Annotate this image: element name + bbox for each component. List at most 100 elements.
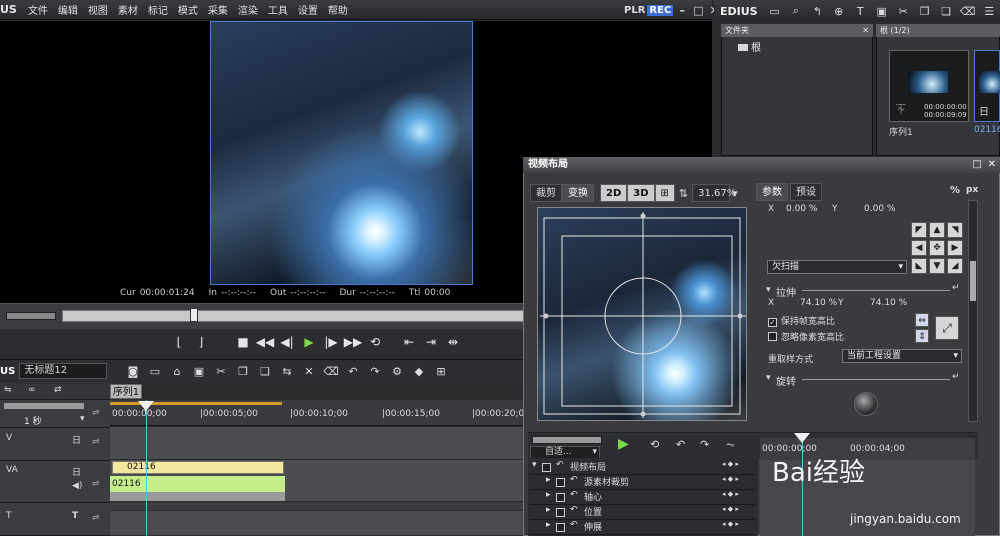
reset-icon[interactable]: ↶ [570, 520, 578, 530]
up-folder-icon[interactable]: ↰ [807, 2, 828, 20]
stretch-y-value[interactable]: 74.10 % [870, 298, 907, 308]
step-forward-icon[interactable]: |▶ [320, 332, 342, 352]
pos-x-value[interactable]: 0.00 % [786, 204, 817, 214]
ignore-pixel-aspect-checkbox[interactable]: 忽略像素宽高比 [768, 330, 844, 343]
nudge-up-icon[interactable]: ▲ [929, 222, 945, 238]
menu-render[interactable]: 渲染 [233, 2, 263, 17]
kf-row-video-layout[interactable]: ▾ ↶ 视频布局 ◂ ◆ ▸ [530, 460, 755, 475]
checkbox-icon[interactable] [556, 508, 565, 517]
reset-icon[interactable]: ↶ [556, 460, 564, 470]
zoom-field[interactable]: 31.67% [692, 184, 736, 202]
minimize-icon[interactable]: – [675, 4, 689, 17]
folder-root[interactable]: 根 [738, 39, 761, 54]
search-icon[interactable]: ⌕ [785, 2, 806, 20]
keyframe-nav-icon[interactable]: ◂ ◆ ▸ [722, 460, 739, 468]
set-in-icon[interactable]: ⌊ [168, 332, 190, 352]
fit-icon[interactable]: ⇅ [675, 187, 692, 200]
expand-icon[interactable]: ▸ [546, 475, 551, 485]
video-clip[interactable]: 02116 [112, 461, 284, 474]
delete-icon[interactable]: ⌫ [957, 2, 978, 20]
kf-playhead-marker-icon[interactable] [794, 433, 810, 443]
reset-rotate-icon[interactable]: ↵ [952, 372, 960, 382]
playhead-line[interactable] [146, 400, 147, 536]
audio-speaker-icon[interactable]: ◀) [72, 481, 82, 491]
ripple-icon[interactable]: ⇆ [276, 363, 298, 381]
scale-value[interactable]: 1 秒 [24, 414, 42, 427]
camera-icon[interactable]: ◙ [122, 363, 144, 381]
fast-forward-icon[interactable]: ▶▶ [342, 332, 364, 352]
delete-icon[interactable]: ✕ [298, 363, 320, 381]
pos-y-value[interactable]: 0.00 % [864, 204, 895, 214]
step-back-icon[interactable]: ◀| [276, 332, 298, 352]
menu-view[interactable]: 视图 [83, 2, 113, 17]
title-icon[interactable]: T [72, 511, 78, 521]
prev-keyframe-icon[interactable]: ↶ [676, 438, 685, 451]
marker-icon[interactable]: ◆ [408, 363, 430, 381]
video-toggle-icon[interactable]: 日 [72, 465, 81, 478]
nudge-down-icon[interactable]: ▼ [929, 258, 945, 274]
folder-icon[interactable]: ▭ [764, 2, 785, 20]
jog-slider[interactable] [6, 312, 56, 320]
resample-select[interactable]: 当前工程设置 ▾ [842, 349, 962, 363]
overscan-select[interactable]: 欠扫描 ▾ [767, 260, 907, 274]
track-t[interactable]: T T ⇌ [0, 503, 110, 536]
copy-icon[interactable]: ❐ [232, 363, 254, 381]
zoom-slider[interactable] [4, 403, 84, 409]
track-v-lane[interactable] [110, 427, 525, 460]
menu-mode[interactable]: 模式 [173, 2, 203, 17]
kf-row-pivot[interactable]: ▸ ↶ 轴心 ◂ ◆ ▸ [530, 490, 755, 505]
monitor-icon[interactable]: ▣ [871, 2, 892, 20]
tab-presets[interactable]: 预设 [790, 183, 822, 201]
nudge-left-icon[interactable]: ◀ [911, 240, 927, 256]
next-keyframe-icon[interactable]: ↷ [700, 438, 709, 451]
loop-icon[interactable]: ⟲ [364, 332, 386, 352]
expand-icon[interactable]: ▸ [546, 520, 551, 530]
play-icon[interactable]: ▶ [618, 436, 629, 452]
checkbox-icon[interactable] [556, 493, 565, 502]
bin-item-sequence[interactable]: ⏇ 00:00:00:00 00:00:09:09 [889, 50, 969, 122]
kf-row-source-crop[interactable]: ▸ ↶ 源素材裁剪 ◂ ◆ ▸ [530, 475, 755, 490]
track-t-lane[interactable] [110, 511, 525, 536]
pixel-unit-button[interactable]: px [966, 185, 978, 195]
cut-icon[interactable]: ✂ [893, 2, 914, 20]
swap-ratio-icon[interactable]: ⇕ [915, 329, 929, 343]
kf-zoom-slider[interactable] [532, 436, 602, 444]
expand-icon[interactable]: ▸ [546, 490, 551, 500]
menu-help[interactable]: 帮助 [323, 2, 353, 17]
nudge-up-left-icon[interactable]: ◤ [911, 222, 927, 238]
loop-icon[interactable]: ⟲ [650, 438, 659, 451]
graph-icon[interactable]: ⏦ [726, 438, 735, 452]
scale-dropdown-icon[interactable]: ▾ [80, 414, 85, 424]
tab-parameters[interactable]: 参数 [756, 183, 788, 201]
dialog-title-bar[interactable]: 视频布局 □ ✕ [523, 157, 1000, 173]
menu-edit[interactable]: 编辑 [53, 2, 83, 17]
nudge-down-left-icon[interactable]: ◣ [911, 258, 927, 274]
stop-icon[interactable]: ■ [232, 332, 254, 352]
nudge-right-icon[interactable]: ▶ [947, 240, 963, 256]
track-sync-icon[interactable]: ⇌ [92, 513, 100, 523]
play-icon[interactable]: ▶ [298, 332, 320, 352]
nudge-up-right-icon[interactable]: ◥ [947, 222, 963, 238]
video-mute-icon[interactable]: 日 [72, 433, 81, 446]
checkbox-icon[interactable] [556, 523, 565, 532]
add-clip-icon[interactable]: ⊕ [828, 2, 849, 20]
fit-frame-icon[interactable]: ⤢ [935, 316, 959, 340]
track-sync-icon[interactable]: ⇌ [92, 437, 100, 447]
kf-row-position[interactable]: ▸ ↶ 位置 ◂ ◆ ▸ [530, 505, 755, 520]
copy-icon[interactable]: ❐ [914, 2, 935, 20]
timeline-ruler[interactable]: 00:00:00;00 |00:00:05;00 |00:00:10;00 |0… [110, 400, 530, 426]
audio-clip[interactable]: 02116 [110, 476, 285, 492]
kf-row-stretch[interactable]: ▸ ↶ 伸展 ◂ ◆ ▸ [530, 520, 755, 535]
tab-crop[interactable]: 裁剪 [530, 184, 562, 202]
tracks-icon[interactable]: ⇌ [92, 408, 100, 418]
keyframe-nav-icon[interactable]: ◂ ◆ ▸ [722, 505, 739, 513]
menu-marker[interactable]: 标记 [143, 2, 173, 17]
reset-stretch-icon[interactable]: ↵ [952, 283, 960, 293]
bin-item-clip[interactable]: 日 [974, 50, 1000, 122]
set-out-icon[interactable]: ⌋ [190, 332, 212, 352]
keep-aspect-checkbox[interactable]: ✓ 保持帧宽高比 [768, 314, 835, 327]
stretch-expand-icon[interactable]: ▾ [766, 285, 771, 295]
close-icon[interactable]: ✕ [862, 24, 869, 37]
rec-label[interactable]: REC [647, 4, 674, 16]
rotate-expand-icon[interactable]: ▾ [766, 373, 771, 383]
